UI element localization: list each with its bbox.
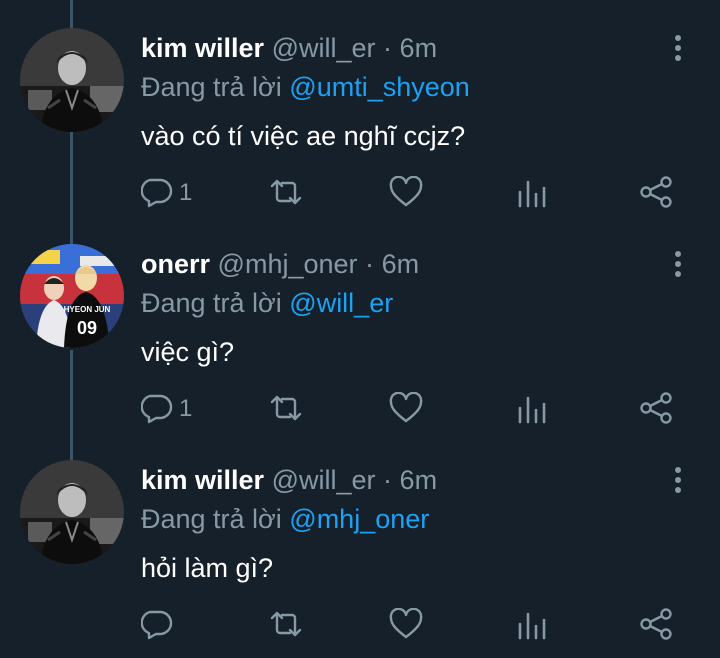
stats-icon	[518, 396, 546, 424]
more-options-icon[interactable]	[664, 464, 692, 496]
mention-link[interactable]: @will_er	[289, 288, 393, 318]
tweet[interactable]: kim willer @will_er · 6m Đang trả lời @m…	[0, 432, 720, 648]
tweet-text: việc gì?	[141, 337, 235, 367]
user-handle[interactable]: @will_er	[272, 33, 376, 63]
user-handle[interactable]: @mhj_oner	[218, 249, 358, 279]
reply-icon	[141, 394, 173, 424]
tweet-text: vào có tí việc ae nghĩ ccjz?	[141, 121, 466, 151]
tweet[interactable]: kim willer @will_er · 6m Đang trả lời @u…	[0, 0, 720, 216]
display-name[interactable]: kim willer	[141, 465, 264, 495]
avatar-photo	[20, 28, 124, 132]
share-icon	[640, 608, 672, 640]
display-name[interactable]: onerr	[141, 249, 210, 279]
separator-dot: ·	[383, 465, 393, 495]
retweet-icon	[270, 395, 302, 421]
tweet[interactable]: HYEON JUN 09 onerr @mhj_oner · 6m Đang t…	[0, 216, 720, 432]
like-button[interactable]	[388, 608, 424, 640]
avatar[interactable]	[20, 28, 124, 132]
like-button[interactable]	[388, 392, 424, 424]
more-options-icon[interactable]	[664, 248, 692, 280]
replying-to: Đang trả lời @umti_shyeon	[141, 69, 470, 105]
jersey-number-text: 09	[77, 318, 97, 338]
stats-icon	[518, 180, 546, 208]
stats-icon	[518, 612, 546, 640]
separator-dot: ·	[365, 249, 375, 279]
reply-count: 1	[179, 395, 193, 422]
retweet-button[interactable]	[268, 608, 304, 640]
avatar[interactable]: HYEON JUN 09	[20, 244, 124, 348]
stats-button[interactable]	[514, 392, 550, 424]
share-button[interactable]	[638, 608, 674, 640]
avatar-photo	[20, 460, 124, 564]
reply-count: 1	[179, 179, 193, 206]
timestamp[interactable]: 6m	[400, 465, 438, 495]
like-icon	[389, 608, 423, 639]
like-icon	[389, 392, 423, 423]
jersey-name-text: HYEON JUN	[64, 305, 111, 314]
tweet-text: hỏi làm gì?	[141, 553, 274, 583]
stats-button[interactable]	[514, 608, 550, 640]
reply-button[interactable]: 1	[141, 392, 211, 424]
timestamp[interactable]: 6m	[382, 249, 420, 279]
replying-label: Đang trả lời	[141, 288, 282, 318]
retweet-icon	[270, 179, 302, 205]
stats-button[interactable]	[514, 176, 550, 208]
retweet-icon	[270, 611, 302, 637]
avatar[interactable]	[20, 460, 124, 564]
share-icon	[640, 392, 672, 424]
tweet-header: onerr @mhj_oner · 6m	[141, 246, 419, 282]
reply-icon	[141, 178, 173, 208]
more-options-icon[interactable]	[664, 32, 692, 64]
replying-label: Đang trả lời	[141, 72, 282, 102]
replying-to: Đang trả lời @mhj_oner	[141, 501, 429, 537]
avatar-photo: HYEON JUN 09	[20, 244, 124, 348]
mention-link[interactable]: @mhj_oner	[289, 504, 429, 534]
tweet-header: kim willer @will_er · 6m	[141, 30, 437, 66]
share-icon	[640, 176, 672, 208]
separator-dot: ·	[383, 33, 393, 63]
timestamp[interactable]: 6m	[400, 33, 438, 63]
mention-link[interactable]: @umti_shyeon	[289, 72, 470, 102]
display-name[interactable]: kim willer	[141, 33, 264, 63]
replying-to: Đang trả lời @will_er	[141, 285, 393, 321]
like-button[interactable]	[388, 176, 424, 208]
replying-label: Đang trả lời	[141, 504, 282, 534]
user-handle[interactable]: @will_er	[272, 465, 376, 495]
reply-button[interactable]	[141, 608, 211, 640]
reply-button[interactable]: 1	[141, 176, 211, 208]
share-button[interactable]	[638, 392, 674, 424]
share-button[interactable]	[638, 176, 674, 208]
retweet-button[interactable]	[268, 392, 304, 424]
reply-icon	[141, 610, 173, 640]
tweet-header: kim willer @will_er · 6m	[141, 462, 437, 498]
retweet-button[interactable]	[268, 176, 304, 208]
like-icon	[389, 176, 423, 207]
